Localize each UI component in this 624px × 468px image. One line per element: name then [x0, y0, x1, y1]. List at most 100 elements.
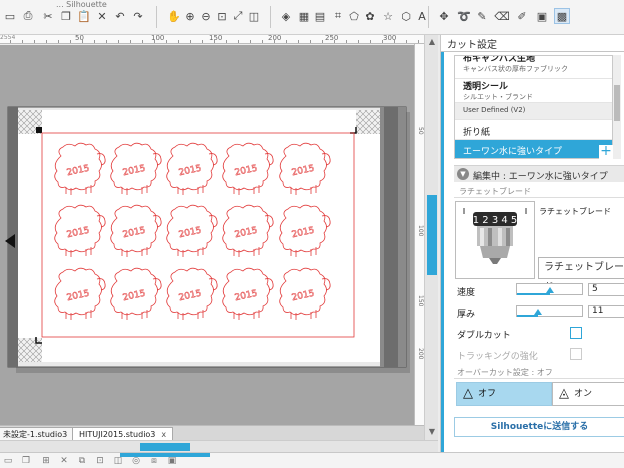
ruler-tick: [394, 40, 395, 43]
zoom-in-icon[interactable]: ⊕: [182, 8, 198, 24]
material-sub: キャンバス状の厚布ファブリック: [463, 65, 568, 73]
blade-preview: 1 2 3 4 5: [455, 201, 535, 279]
material-scroll-thumb[interactable]: [614, 85, 620, 121]
ruler-tick: [46, 40, 47, 43]
shape-icon[interactable]: ⬠: [346, 8, 362, 24]
tracking-checkbox[interactable]: [570, 348, 582, 360]
zoom-box-icon[interactable]: ⊡: [214, 8, 230, 24]
eraser-icon[interactable]: ⌫: [494, 8, 510, 24]
chevron-down-icon[interactable]: ▼: [457, 168, 469, 180]
compound-icon[interactable]: ⊡: [94, 455, 106, 467]
registration-icon[interactable]: ⌗: [330, 8, 346, 24]
send-to-silhouette-button[interactable]: Silhouetteに送信する: [454, 417, 624, 437]
ruler-tick: [406, 40, 407, 43]
double-cut-checkbox[interactable]: [570, 327, 582, 339]
silhouette-studio-window: ... Silhouette ▭ ⎙ ✂ ❐ 📋 ✕ ↶ ↷ ✋ ⊕ ⊖ ⊡ ⤢ ◫ ◈ ▦ ▤ ⌗ ⬠ ✿ ☆ ⬡ A ✥ ➰…: [0, 0, 624, 468]
lock-icon[interactable]: ▣: [166, 455, 178, 467]
speed-slider-fill: [517, 293, 550, 295]
material-list-scrollbar[interactable]: [613, 55, 621, 159]
vertical-scrollbar[interactable]: ▲ ▼: [424, 35, 438, 440]
fill-icon[interactable]: ◈: [278, 8, 294, 24]
ruler-tick: [10, 40, 11, 43]
speed-field[interactable]: 5: [588, 283, 624, 296]
grid-icon[interactable]: ▦: [296, 8, 312, 24]
panel-divider: [441, 51, 624, 52]
document-tabs: 未設定-1.studio3 1 HITUJI2015.studio3x: [0, 425, 424, 441]
ruler-label: 200: [417, 348, 424, 360]
page-setup-icon[interactable]: ▤: [312, 8, 328, 24]
copy-icon[interactable]: ❐: [58, 8, 74, 24]
editing-label: 編集中 : エーワン水に強いタイプ: [473, 172, 608, 182]
material-list[interactable]: 布キャンバス生地 キャンバス状の厚布ファブリック 透明シール シルエット・ブラン…: [454, 55, 613, 159]
horizontal-scrollbar[interactable]: [0, 440, 438, 452]
material-item-canvas[interactable]: 布キャンバス生地 キャンバス状の厚布ファブリック: [455, 56, 612, 79]
add-material-button[interactable]: +: [599, 144, 613, 159]
library-icon[interactable]: ▩: [554, 8, 570, 24]
knife-icon[interactable]: ✐: [514, 8, 530, 24]
cut-icon[interactable]: ✂: [40, 8, 56, 24]
material-item-aone[interactable]: エーワン水に強いタイプ: [455, 140, 612, 158]
material-item-origami[interactable]: 折り紙: [455, 120, 612, 140]
ruler-tick: [154, 40, 155, 43]
toolbar-separator: [428, 6, 429, 28]
editing-header[interactable]: ▼ 編集中 : エーワン水に強いタイプ: [454, 165, 624, 182]
hand-icon[interactable]: ✋: [166, 8, 182, 24]
replicate-icon[interactable]: ☆: [380, 8, 396, 24]
scroll-down-icon[interactable]: ▼: [427, 427, 437, 437]
triangle-overcut-icon: ◬: [559, 386, 569, 401]
fit-icon[interactable]: ⤢: [230, 8, 246, 24]
ruler-tick: [250, 40, 251, 43]
thickness-field[interactable]: 11: [588, 305, 624, 318]
ruler-tick: [274, 40, 275, 43]
material-item-clear-sticker[interactable]: 透明シール シルエット・ブランド: [455, 79, 612, 103]
scroll-up-icon[interactable]: ▲: [427, 37, 437, 47]
weld-icon[interactable]: ⧉: [76, 455, 88, 467]
zoom-page-icon[interactable]: ◫: [246, 8, 262, 24]
overcut-off-label: オフ: [478, 389, 497, 399]
select-all-icon[interactable]: ▭: [2, 455, 14, 467]
ruler-tick: [166, 40, 167, 43]
thickness-slider-knob[interactable]: [534, 309, 542, 315]
vertical-scroll-thumb[interactable]: [427, 195, 437, 275]
design-canvas[interactable]: 2015 2015 2015 2015 2015 2015 2015 2015 2015 2015…: [0, 45, 414, 425]
ruler-tick: [418, 40, 419, 43]
speed-slider[interactable]: [516, 283, 583, 295]
speed-slider-knob[interactable]: [546, 287, 554, 293]
section-divider: [454, 197, 624, 198]
paste-icon[interactable]: 📋: [76, 8, 92, 24]
send-icon[interactable]: ▣: [534, 8, 550, 24]
blade-select[interactable]: ラチェットブレード: [538, 257, 624, 293]
ruler-tick: [202, 40, 203, 43]
group-icon[interactable]: ⊞: [40, 455, 52, 467]
trace-icon[interactable]: ➰: [456, 8, 472, 24]
release-icon[interactable]: ◫: [112, 455, 124, 467]
overcut-on-button[interactable]: ◬ オン: [552, 382, 624, 406]
text-style-icon[interactable]: ✿: [362, 8, 378, 24]
thickness-slider[interactable]: [516, 305, 583, 317]
layers-icon[interactable]: ⧈: [148, 455, 160, 467]
duplicate-icon[interactable]: ❐: [20, 455, 32, 467]
double-cut-label: ダブルカット: [457, 331, 511, 341]
modify-icon[interactable]: ✥: [436, 8, 452, 24]
ruler-tick: [346, 40, 347, 43]
material-name: User Defined (V2): [463, 106, 526, 114]
ungroup-icon[interactable]: ✕: [58, 455, 70, 467]
undo-icon[interactable]: ↶: [112, 8, 128, 24]
page-icon[interactable]: ▭: [2, 8, 18, 24]
offset-icon[interactable]: ⬡: [398, 8, 414, 24]
zoom-out-icon[interactable]: ⊖: [198, 8, 214, 24]
ruler-horizontal: 2554 50 100 150 200 250 300: [0, 35, 424, 44]
delete-icon[interactable]: ✕: [94, 8, 110, 24]
pen-icon[interactable]: ✎: [474, 8, 490, 24]
redo-icon[interactable]: ↷: [130, 8, 146, 24]
overcut-off-button[interactable]: △ オフ: [456, 382, 552, 406]
tab-close-icon[interactable]: x: [161, 430, 166, 439]
print-icon[interactable]: ⎙: [20, 8, 36, 24]
triangle-icon: △: [463, 386, 473, 401]
overcut-on-label: オン: [574, 389, 593, 399]
horizontal-scroll-thumb[interactable]: [140, 443, 190, 451]
tab-hituji[interactable]: HITUJI2015.studio3 x: [72, 427, 174, 441]
registration-hatch: [356, 110, 380, 134]
target-icon[interactable]: ◎: [130, 455, 142, 467]
ruler-label: 250: [325, 35, 339, 42]
